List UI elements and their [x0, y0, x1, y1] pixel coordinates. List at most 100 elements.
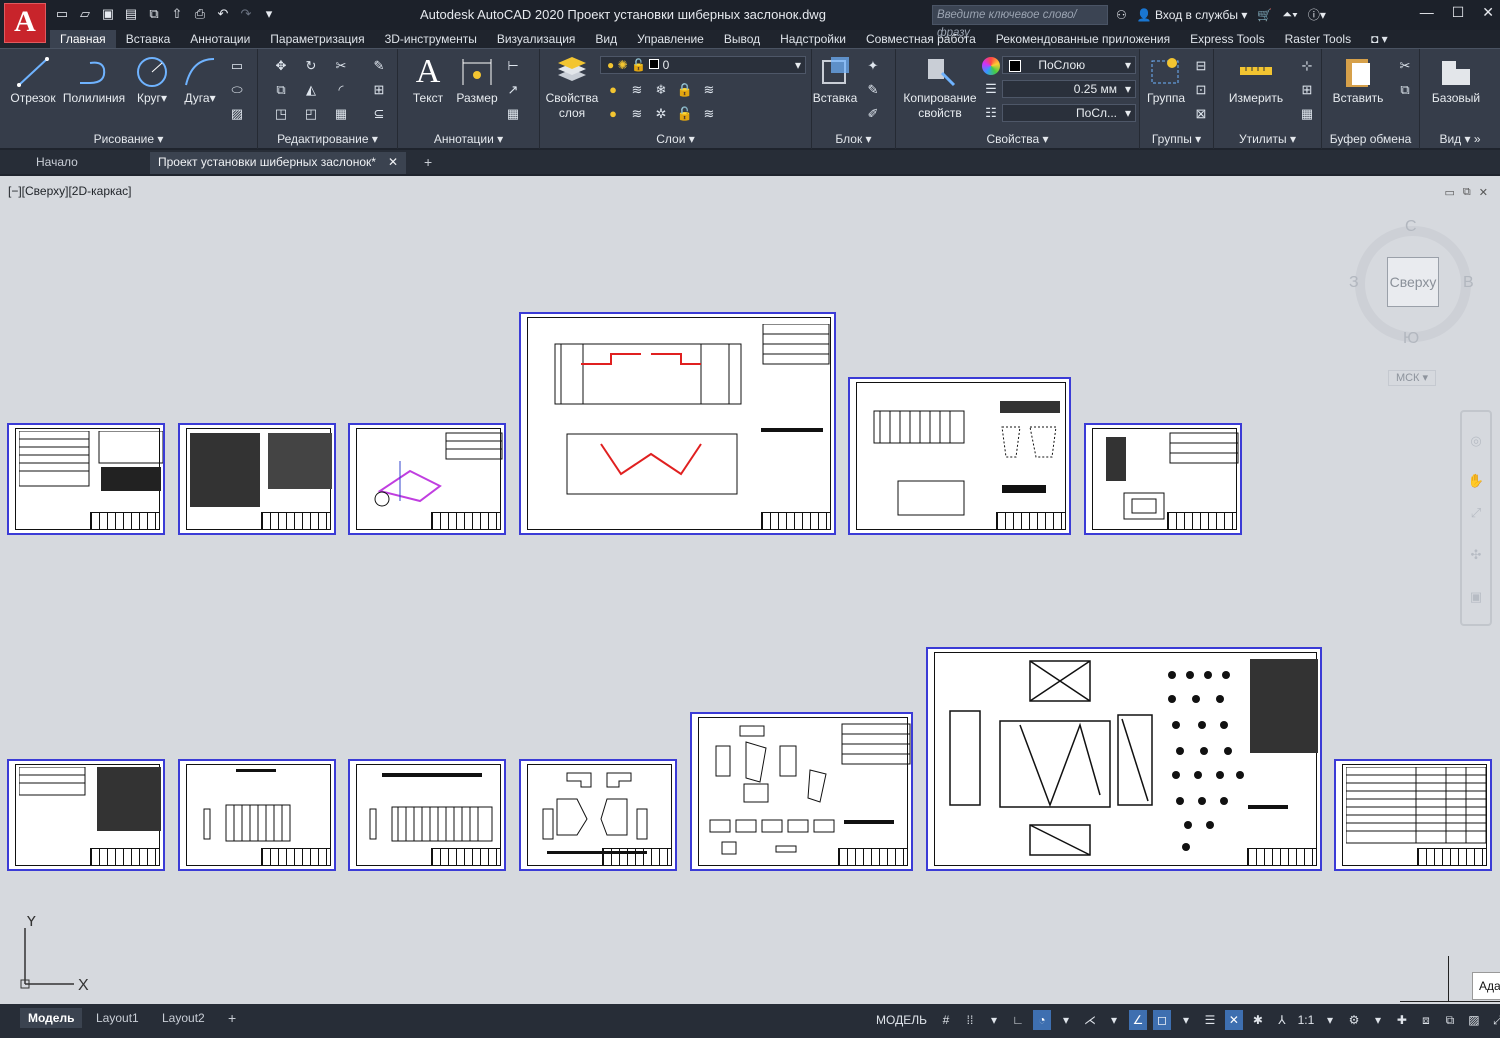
tab-raster-tools[interactable]: Raster Tools [1275, 30, 1361, 48]
binoculars-icon[interactable]: ⚇ [1116, 8, 1127, 22]
layer-freeze-icon[interactable]: ❄ [652, 81, 670, 99]
text-button[interactable]: A Текст [406, 55, 450, 106]
line-button[interactable]: Отрезок [8, 55, 58, 105]
explode-icon[interactable]: ⊞ [370, 81, 388, 99]
annotation-visibility-icon[interactable]: ✕ [1224, 1010, 1243, 1030]
viewport-controls-label[interactable]: [−][Сверху][2D-каркас] [8, 184, 132, 198]
paste-button[interactable]: Вставить [1328, 55, 1388, 105]
fillet-icon[interactable]: ◜ [332, 81, 350, 99]
annotation-monitor-icon[interactable]: ✚ [1393, 1010, 1411, 1030]
rectangle-icon[interactable]: ▭ [228, 57, 246, 75]
steering-wheel-icon[interactable]: ◎ [1467, 432, 1485, 450]
scale-dropdown[interactable]: 1:1 [1297, 1010, 1315, 1030]
tab-home[interactable]: Главная [50, 30, 116, 48]
isodraft-icon[interactable]: ⋌ [1081, 1010, 1099, 1030]
tab-current-drawing[interactable]: Проект установки шиберных заслонок* ✕ [150, 152, 406, 174]
drawing-sheet[interactable] [926, 647, 1322, 871]
stretch-icon[interactable]: ◳ [272, 105, 290, 123]
signin-button[interactable]: 👤 Вход в службы ▾ [1137, 8, 1248, 22]
rotate-icon[interactable]: ↻ [302, 57, 320, 75]
publish-icon[interactable]: ⧉ [144, 4, 164, 24]
group-edit-icon[interactable]: ⊡ [1192, 81, 1210, 99]
minimize-icon[interactable]: — [1420, 4, 1434, 21]
orbit-icon[interactable]: ✣ [1467, 546, 1485, 564]
tab-model[interactable]: Модель [20, 1008, 83, 1028]
polar-icon[interactable]: ◔ [1032, 1010, 1051, 1030]
copy-clip-icon[interactable]: ⧉ [1396, 81, 1414, 99]
tab-manage[interactable]: Управление [627, 30, 714, 48]
panel-layers-title[interactable]: Слои ▾ [540, 132, 811, 146]
layer-off-icon[interactable]: ● [604, 81, 622, 99]
help-icon[interactable]: ⓘ▾ [1308, 6, 1326, 23]
workspace-gear-icon[interactable]: ⚙ [1345, 1010, 1363, 1030]
maximize-icon[interactable]: ☐ [1452, 4, 1465, 21]
auto-scale-icon[interactable]: ✱ [1249, 1010, 1267, 1030]
close-viewport-icon[interactable]: ✕ [1479, 186, 1488, 199]
viewcube-south[interactable]: Ю [1403, 330, 1419, 348]
viewcube-west[interactable]: З [1349, 274, 1359, 292]
drawing-sheet[interactable] [178, 759, 336, 871]
arc-button[interactable]: Дуга▾ [180, 55, 220, 105]
color-dropdown[interactable]: ПоСлою ▾ [1002, 56, 1136, 74]
copy-icon[interactable]: ⧉ [272, 81, 290, 99]
circle-button[interactable]: Круг▾ [132, 55, 172, 105]
drawing-sheet[interactable] [7, 759, 165, 871]
viewcube-east[interactable]: В [1463, 274, 1474, 292]
cloud-save-icon[interactable]: ⇧ [167, 4, 187, 24]
polyline-button[interactable]: Полилиния [60, 55, 128, 105]
trim-icon[interactable]: ✂ [332, 57, 350, 75]
plot-icon[interactable]: ⎙ [190, 4, 210, 24]
layer-isolate-icon[interactable]: ≋ [628, 81, 646, 99]
drawing-sheet[interactable] [178, 423, 336, 535]
group-button[interactable]: Группа [1142, 55, 1190, 105]
linetype-dropdown[interactable]: ПоСл... ▾ [1002, 104, 1136, 122]
save-as-icon[interactable]: ▤ [121, 4, 141, 24]
tab-view[interactable]: Вид [585, 30, 627, 48]
layer-thaw-icon[interactable]: ✲ [652, 105, 670, 123]
close-icon[interactable]: ✕ [1482, 4, 1494, 21]
quick-properties-icon[interactable]: ⧉ [1441, 1010, 1459, 1030]
ellipse-icon[interactable]: ⬭ [228, 81, 246, 99]
drawing-sheet[interactable] [848, 377, 1071, 535]
edit-block-icon[interactable]: ✎ [864, 81, 882, 99]
layer-lock-icon[interactable]: 🔒 [676, 81, 694, 99]
panel-modify-title[interactable]: Редактирование ▾ [258, 132, 397, 146]
ribbon-minimize-toggle[interactable]: ◘ ▾ [1361, 30, 1398, 48]
table-icon[interactable]: ▦ [504, 105, 522, 123]
base-view-button[interactable]: Базовый [1426, 55, 1486, 105]
layer-dropdown[interactable]: ● ✺ 🔓 0 ▾ [600, 56, 806, 74]
create-block-icon[interactable]: ✦ [864, 57, 882, 75]
isodraft-dropdown-icon[interactable]: ▾ [1105, 1010, 1123, 1030]
application-menu-button[interactable]: A [4, 3, 46, 43]
layer-match-icon[interactable]: ≋ [700, 81, 718, 99]
linear-dim-icon[interactable]: ⊢ [504, 57, 522, 75]
search-input[interactable]: Введите ключевое слово/фразу [932, 5, 1108, 39]
tab-visualize[interactable]: Визуализация [487, 30, 586, 48]
panel-annotation-title[interactable]: Аннотации ▾ [398, 132, 539, 146]
tab-insert[interactable]: Вставка [116, 30, 181, 48]
quick-select-icon[interactable]: ⊹ [1298, 57, 1316, 75]
object-snap-tracking-icon[interactable]: ∠ [1128, 1010, 1147, 1030]
tab-layout2[interactable]: Layout2 [154, 1008, 213, 1028]
panel-properties-title[interactable]: Свойства ▾ [896, 132, 1139, 146]
snap-icon[interactable]: ⁞⁞ [961, 1010, 979, 1030]
tab-featured-apps[interactable]: Рекомендованные приложения [986, 30, 1180, 48]
showmotion-icon[interactable]: ▣ [1467, 588, 1485, 606]
mirror-icon[interactable]: ◭ [302, 81, 320, 99]
tab-annotate[interactable]: Аннотации [180, 30, 260, 48]
layer-on-icon[interactable]: ● [604, 105, 622, 123]
scale-dropdown-icon[interactable]: ▾ [1321, 1010, 1339, 1030]
grid-icon[interactable]: # [937, 1010, 955, 1030]
drawing-sheet[interactable] [519, 759, 677, 871]
cut-icon[interactable]: ✂ [1396, 57, 1414, 75]
layer-unlock-icon[interactable]: 🔓 [676, 105, 694, 123]
clean-screen-icon[interactable]: ⤢ [1489, 1010, 1500, 1030]
edit-attributes-icon[interactable]: ✐ [864, 105, 882, 123]
object-snap-icon[interactable]: ◻ [1152, 1010, 1171, 1030]
save-icon[interactable]: ▣ [98, 4, 118, 24]
restore-viewport-icon[interactable]: ⧉ [1463, 186, 1471, 199]
panel-draw-title[interactable]: Рисование ▾ [0, 132, 257, 146]
drawing-sheet[interactable] [1334, 759, 1492, 871]
select-all-icon[interactable]: ⊞ [1298, 81, 1316, 99]
workspace-dropdown-icon[interactable]: ▾ [1369, 1010, 1387, 1030]
